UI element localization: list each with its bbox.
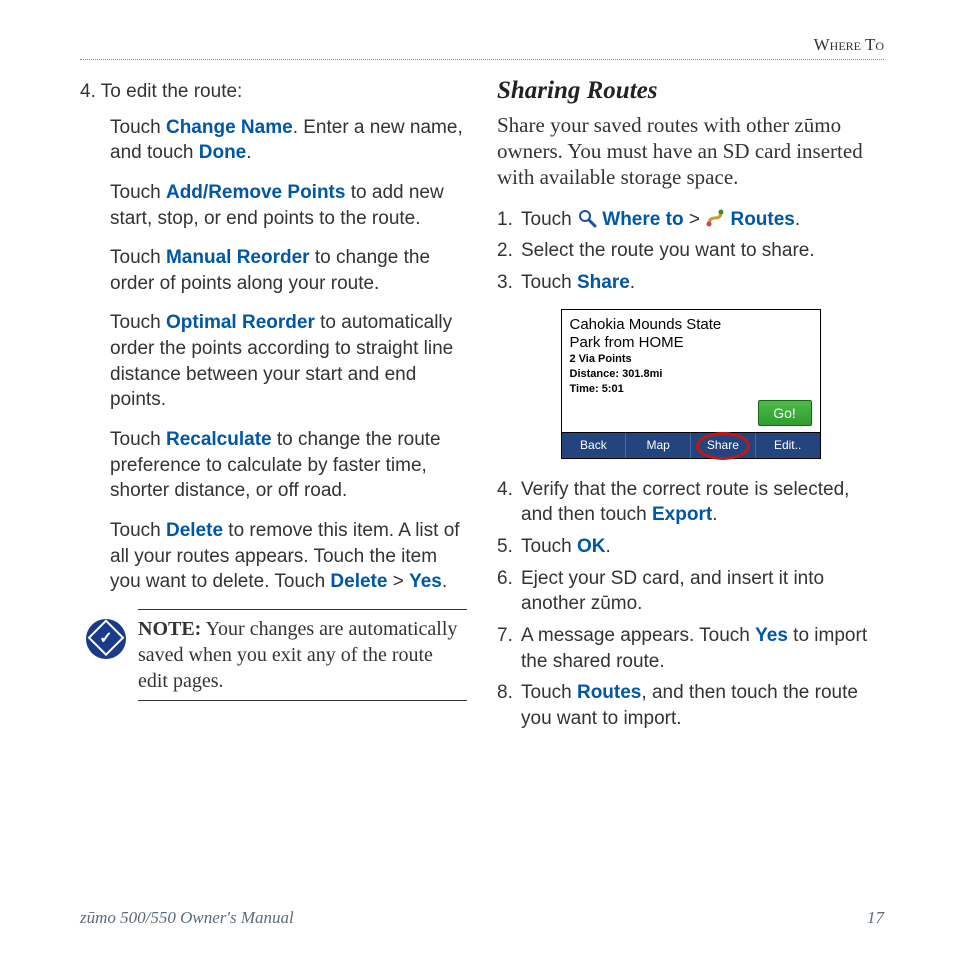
step-4: 4. Verify that the correct route is sele… — [497, 477, 884, 528]
step-4-lead: 4. To edit the route: — [80, 79, 467, 105]
edit-option-optimal-reorder: Touch Optimal Reorder to automatically o… — [110, 310, 467, 413]
page-footer: zūmo 500/550 Owner's Manual 17 — [80, 908, 884, 928]
yes-label: Yes — [409, 571, 442, 592]
steps-list-b: 4. Verify that the correct route is sele… — [497, 477, 884, 732]
delete-label-2: Delete — [330, 571, 387, 592]
ok-label: OK — [577, 536, 606, 557]
manual-reorder-label: Manual Reorder — [166, 247, 310, 268]
left-column: 4. To edit the route: Touch Change Name.… — [80, 74, 467, 854]
sharing-routes-intro: Share your saved routes with other zūmo … — [497, 112, 884, 191]
add-remove-points-label: Add/Remove Points — [166, 182, 345, 203]
delete-label: Delete — [166, 520, 223, 541]
note-body: NOTE: Your changes are automatically sav… — [138, 609, 467, 701]
steps-list-a: 1. Touch Where to > Routes. 2. Select th… — [497, 207, 884, 296]
edit-option-recalculate: Touch Recalculate to change the route pr… — [110, 427, 467, 504]
note-label: NOTE: — [138, 618, 201, 640]
edit-option-manual-reorder: Touch Manual Reorder to change the order… — [110, 245, 467, 296]
section-header: Where To — [80, 35, 884, 60]
where-to-label: Where to — [602, 209, 683, 230]
edit-option-add-remove: Touch Add/Remove Points to add new start… — [110, 180, 467, 231]
screenshot-body: Cahokia Mounds State Park from HOME 2 Vi… — [562, 310, 820, 432]
step-1: 1. Touch Where to > Routes. — [497, 207, 884, 233]
edit-option-change-name: Touch Change Name. Enter a new name, and… — [110, 115, 467, 166]
sharing-routes-title: Sharing Routes — [497, 74, 884, 108]
edit-option-delete: Touch Delete to remove this item. A list… — [110, 518, 467, 595]
step-2: 2. Select the route you want to share. — [497, 238, 884, 264]
note-block: NOTE: Your changes are automatically sav… — [86, 609, 467, 701]
share-button[interactable]: Share — [691, 433, 756, 457]
routes-icon — [705, 208, 725, 228]
back-button[interactable]: Back — [562, 433, 627, 457]
step-5: 5. Touch OK. — [497, 534, 884, 560]
screenshot-button-bar: Back Map Share Edit.. — [562, 432, 820, 457]
routes-label: Routes — [730, 209, 794, 230]
done-label: Done — [199, 142, 247, 163]
note-check-icon — [86, 619, 126, 659]
device-screenshot: Cahokia Mounds State Park from HOME 2 Vi… — [561, 309, 821, 458]
export-label: Export — [652, 504, 712, 525]
page-number: 17 — [867, 908, 884, 928]
route-name-line2: Park from HOME — [570, 334, 812, 351]
map-button[interactable]: Map — [626, 433, 691, 457]
distance: Distance: 301.8mi — [570, 368, 812, 381]
content-columns: 4. To edit the route: Touch Change Name.… — [80, 74, 884, 854]
step-7: 7. A message appears. Touch Yes to impor… — [497, 623, 884, 674]
change-name-label: Change Name — [166, 117, 293, 138]
time: Time: 5:01 — [570, 383, 812, 396]
magnifier-icon — [577, 208, 597, 228]
go-button[interactable]: Go! — [758, 400, 812, 426]
routes-import-label: Routes — [577, 682, 641, 703]
share-label: Share — [577, 272, 630, 293]
step-3: 3. Touch Share. — [497, 270, 884, 296]
edit-button[interactable]: Edit.. — [756, 433, 820, 457]
optimal-reorder-label: Optimal Reorder — [166, 312, 315, 333]
manual-page: Where To 4. To edit the route: Touch Cha… — [0, 0, 954, 954]
via-points: 2 Via Points — [570, 353, 812, 366]
step-8: 8. Touch Routes, and then touch the rout… — [497, 680, 884, 731]
yes-import-label: Yes — [755, 625, 788, 646]
step-6: 6. Eject your SD card, and insert it int… — [497, 566, 884, 617]
right-column: Sharing Routes Share your saved routes w… — [497, 74, 884, 854]
manual-title: zūmo 500/550 Owner's Manual — [80, 908, 294, 928]
recalculate-label: Recalculate — [166, 429, 272, 450]
route-name-line1: Cahokia Mounds State — [570, 316, 812, 333]
